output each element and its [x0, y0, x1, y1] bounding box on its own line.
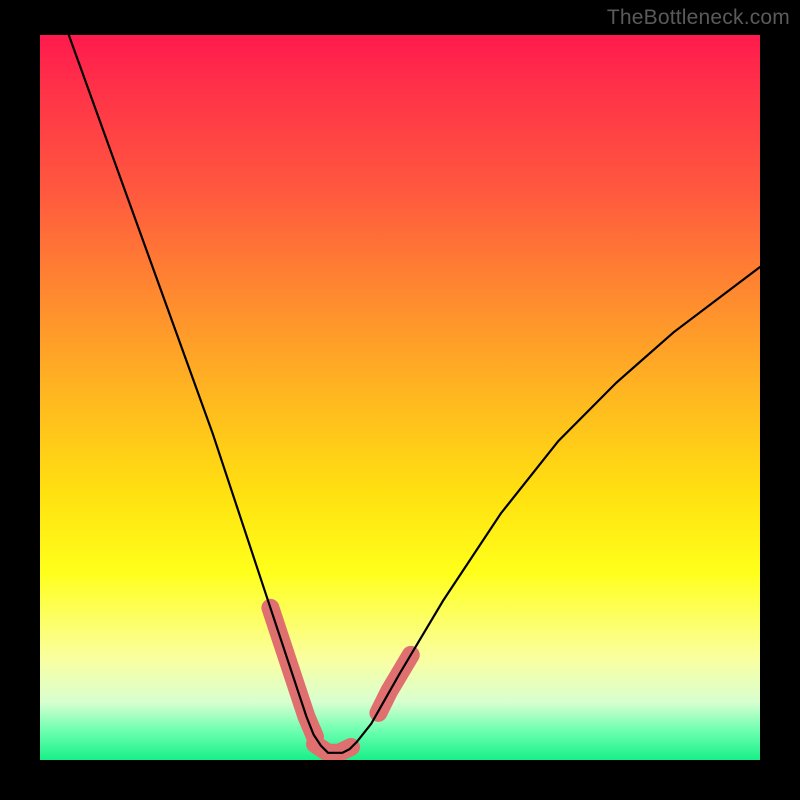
highlight-group — [270, 608, 410, 753]
curve-layer — [40, 35, 760, 760]
plot-area — [40, 35, 760, 760]
bottleneck-curve — [69, 35, 760, 753]
chart-frame: TheBottleneck.com — [0, 0, 800, 800]
watermark-text: TheBottleneck.com — [607, 6, 790, 30]
